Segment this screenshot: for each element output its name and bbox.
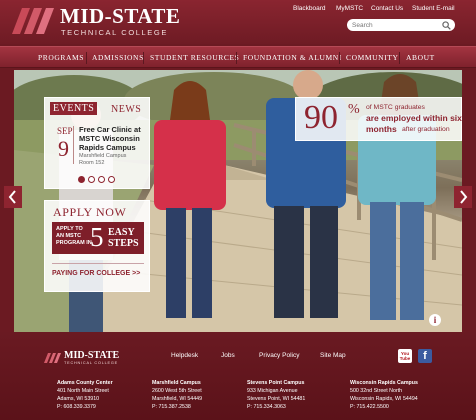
campus-stevens-point: Stevens Point Campus 933 Michigan Avenue… [247,379,343,411]
stat-line-2: are employed within six [366,113,462,123]
footer-link-jobs[interactable]: Jobs [221,352,235,359]
stat-line-3-bold: months [366,124,397,134]
campus-name: Wisconsin Rapids Campus [350,380,418,386]
apply-steps-label: EASY STEPS [108,227,139,249]
youtube-icon[interactable]: You Tube [398,349,412,363]
event-location: Marshfield Campus Room 152 [79,153,149,166]
chevron-right-icon [460,190,468,204]
hero-banner: EVENTS NEWS SEP 9 Free Car Clinic at MST… [14,70,462,332]
nav-divider [86,52,87,64]
utility-link-mymstc[interactable]: MyMSTC [336,5,363,12]
nav-item-community[interactable]: COMMUNITY [346,53,398,62]
site-footer: MID-STATE TECHNICAL COLLEGE Helpdesk Job… [0,332,476,420]
campus-address: 933 Michigan Avenue [247,388,298,394]
pager-dot[interactable] [88,176,95,183]
campus-wisconsin-rapids: Wisconsin Rapids Campus 500 32nd Street … [350,379,446,411]
stat-line-3: after graduation [402,126,450,133]
logo-name[interactable]: MID-STATE [60,5,180,27]
campus-address: 2600 West 5th Street [152,388,202,394]
campus-city: Wisconsin Rapids, WI 54494 [350,396,418,402]
footer-logo-mark-icon[interactable] [44,353,62,363]
apply-steps-button[interactable]: APPLY TO AN MSTC PROGRAM IN 5 EASY STEPS [52,222,144,254]
nav-item-student-resources[interactable]: STUDENT RESOURCES [150,53,239,62]
campus-city: Stevens Point, WI 54481 [247,396,306,402]
campus-phone: P: 715.334.3063 [247,404,286,410]
campus-marshfield: Marshfield Campus 2600 West 5th Street M… [152,379,248,411]
search-icon[interactable] [442,21,451,30]
nav-item-about[interactable]: ABOUT [406,53,435,62]
utility-link-student-email[interactable]: Student E-mail [412,5,455,12]
apply-steps-caption: APPLY TO AN MSTC PROGRAM IN [56,226,92,246]
main-nav: PROGRAMS ADMISSIONS STUDENT RESOURCES FO… [0,46,476,68]
event-day: 9 [58,136,69,161]
nav-divider [236,52,237,64]
campus-address: 500 32nd Street North [350,388,403,394]
event-location-room: Room 152 [79,159,105,166]
employment-stat-panel: 90 % of MSTC graduates are employed with… [295,97,462,141]
paying-for-college-link[interactable]: PAYING FOR COLLEGE >> [52,270,140,277]
site-header: MID-STATE TECHNICAL COLLEGE Blackboard M… [0,0,476,44]
apply-divider [52,263,144,264]
news-tab[interactable]: NEWS [111,104,141,115]
campus-city: Marshfield, WI 54449 [152,396,203,402]
event-title[interactable]: Free Car Clinic at MSTC Wisconsin Rapids… [79,125,149,152]
footer-link-site-map[interactable]: Site Map [320,352,346,359]
chevron-left-icon [8,190,16,204]
stat-percent: % [348,102,360,117]
utility-link-contact-us[interactable]: Contact Us [371,5,403,12]
stat-number: 90 [304,99,338,136]
pager-dot[interactable] [98,176,105,183]
utility-link-blackboard[interactable]: Blackboard [293,5,326,12]
events-tab[interactable]: EVENTS [50,102,98,115]
campus-name: Adams County Center [57,380,113,386]
campus-phone: P: 715.387.2538 [152,404,191,410]
nav-item-foundation-alumni[interactable]: FOUNDATION & ALUMNI [243,53,342,62]
campus-city: Adams, WI 53910 [57,396,100,402]
facebook-icon[interactable]: f [418,349,432,363]
footer-logo-subtitle: TECHNICAL COLLEGE [64,361,118,365]
campus-name: Marshfield Campus [152,380,201,386]
page: MID-STATE TECHNICAL COLLEGE Blackboard M… [0,0,476,420]
nav-divider [339,52,340,64]
nav-divider [143,52,144,64]
event-month: SEP [57,126,73,136]
events-panel: EVENTS NEWS SEP 9 Free Car Clinic at MST… [44,97,150,189]
campus-adams: Adams County Center 401 North Main Stree… [57,379,153,411]
nav-item-admissions[interactable]: ADMISSIONS [92,53,144,62]
apply-steps-number: 5 [90,222,104,252]
utility-links: Blackboard MyMSTC Contact Us Student E-m… [288,5,470,17]
nav-divider [399,52,400,64]
campus-name: Stevens Point Campus [247,380,305,386]
search-input[interactable] [347,19,455,31]
info-icon[interactable]: i [429,314,441,326]
apply-now-title[interactable]: APPLY NOW [53,205,126,220]
previous-slide-button[interactable] [4,186,22,208]
stat-line-1: of MSTC graduates [366,104,425,111]
pager-dot[interactable] [78,176,85,183]
pager-dot[interactable] [108,176,115,183]
campus-address: 401 North Main Street [57,388,109,394]
event-divider [73,126,74,164]
footer-logo-name[interactable]: MID-STATE [64,350,119,361]
campus-phone: P: 608.339.3379 [57,404,96,410]
nav-item-programs[interactable]: PROGRAMS [38,53,84,62]
campus-phone: P: 715.422.5500 [350,404,389,410]
logo-subtitle: TECHNICAL COLLEGE [61,28,168,37]
apply-now-panel: APPLY NOW APPLY TO AN MSTC PROGRAM IN 5 … [44,200,150,292]
footer-link-helpdesk[interactable]: Helpdesk [171,352,198,359]
next-slide-button[interactable] [454,186,472,208]
footer-link-privacy-policy[interactable]: Privacy Policy [259,352,299,359]
logo-mark-icon[interactable] [12,8,56,34]
